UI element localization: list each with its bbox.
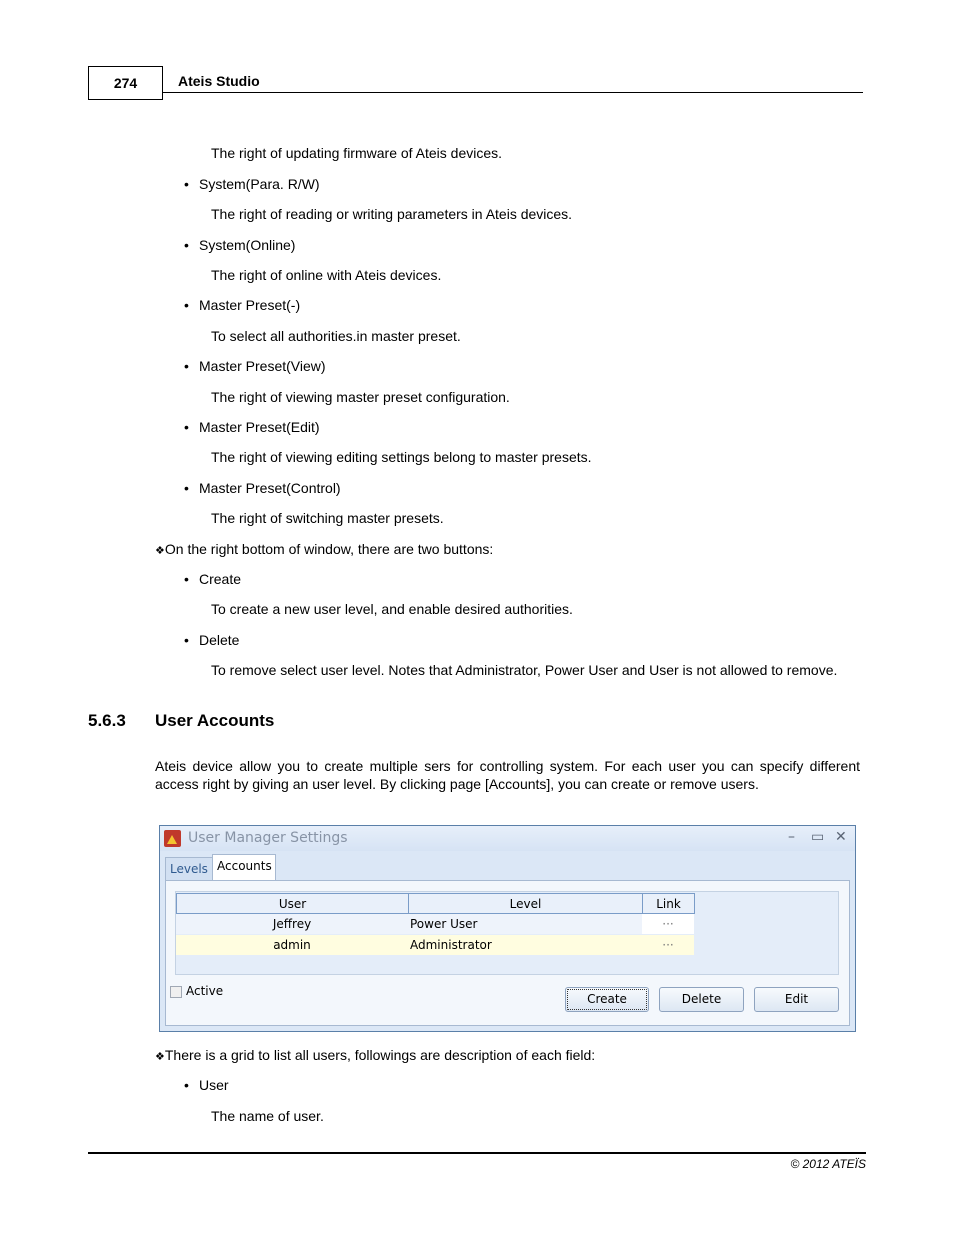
paragraph: The right of updating firmware of Ateis …: [211, 145, 503, 161]
tab-accounts[interactable]: Accounts: [212, 854, 276, 881]
section-title: User Accounts: [155, 711, 275, 730]
footer-rule: [88, 1152, 866, 1154]
user-manager-window: User Manager Settings – ▭ ✕ Levels Accou…: [159, 825, 856, 1032]
column-header-level[interactable]: Level: [408, 893, 643, 914]
window-title: User Manager Settings: [188, 830, 348, 846]
accounts-panel: User Level Link Jeffrey Power User ··· a…: [165, 880, 850, 1026]
active-checkbox[interactable]: [170, 986, 182, 998]
bullet-label: System(Online): [199, 237, 296, 253]
note-item: ❖On the right bottom of window, there ar…: [155, 540, 493, 560]
create-button[interactable]: Create: [565, 987, 649, 1012]
paragraph: Ateis device allow you to create multipl…: [155, 758, 860, 792]
paragraph: The right of viewing editing settings be…: [211, 449, 592, 465]
bullet-item: • System(Para. R/W): [184, 175, 320, 193]
bullet-icon: •: [184, 176, 189, 192]
cell-user[interactable]: Jeffrey: [176, 914, 408, 934]
page-number: 274: [88, 66, 163, 100]
bullet-item: • Create: [184, 570, 241, 588]
active-checkbox-label: Active: [186, 984, 224, 998]
diamond-icon: ❖: [155, 1051, 165, 1063]
title-bar: User Manager Settings – ▭ ✕: [160, 826, 855, 851]
bullet-label: System(Para. R/W): [199, 176, 320, 192]
note-text: On the right bottom of window, there are…: [164, 541, 494, 557]
bullet-item: • System(Online): [184, 236, 295, 254]
paragraph: The name of user.: [211, 1108, 324, 1124]
note-item: ❖There is a grid to list all users, foll…: [155, 1046, 595, 1066]
bullet-item: • Master Preset(Control): [184, 479, 341, 497]
bullet-icon: •: [184, 571, 189, 587]
bullet-icon: •: [184, 419, 189, 435]
edit-button[interactable]: Edit: [754, 987, 839, 1012]
bullet-icon: •: [184, 297, 189, 313]
document-title: Ateis Studio: [178, 73, 260, 89]
note-text: There is a grid to list all users, follo…: [164, 1047, 596, 1063]
bullet-label: User: [199, 1077, 229, 1093]
tab-levels[interactable]: Levels: [165, 857, 213, 880]
section-heading: 5.6.3 User Accounts: [88, 711, 274, 731]
paragraph: To remove select user level. Notes that …: [211, 662, 838, 678]
bullet-label: Master Preset(Control): [199, 480, 341, 496]
bullet-icon: •: [184, 632, 189, 648]
delete-button[interactable]: Delete: [659, 987, 744, 1012]
minimize-icon[interactable]: –: [788, 829, 795, 845]
bullet-label: Delete: [199, 632, 240, 648]
cell-level[interactable]: Power User: [408, 914, 642, 934]
copyright: © 2012 ATEÏS: [790, 1157, 866, 1171]
diamond-icon: ❖: [155, 545, 165, 557]
section-number: 5.6.3: [88, 711, 126, 730]
link-button[interactable]: ···: [642, 914, 694, 934]
paragraph: The right of online with Ateis devices.: [211, 267, 442, 283]
paragraph: To create a new user level, and enable d…: [211, 601, 573, 617]
cell-level[interactable]: Administrator: [408, 935, 642, 955]
bullet-icon: •: [184, 480, 189, 496]
bullet-item: • Delete: [184, 631, 239, 649]
bullet-label: Master Preset(Edit): [199, 419, 320, 435]
bullet-item: • Master Preset(View): [184, 357, 326, 375]
bullet-item: • Master Preset(-): [184, 296, 300, 314]
app-icon: [164, 830, 181, 847]
column-header-user[interactable]: User: [176, 893, 409, 914]
paragraph: The right of reading or writing paramete…: [211, 206, 573, 222]
bullet-icon: •: [184, 237, 189, 253]
maximize-icon[interactable]: ▭: [811, 829, 824, 845]
cell-user[interactable]: admin: [176, 935, 408, 955]
header-rule: [162, 92, 863, 93]
close-icon[interactable]: ✕: [835, 829, 847, 845]
link-button[interactable]: ···: [642, 935, 694, 955]
bullet-item: • User: [184, 1076, 229, 1094]
paragraph: The right of viewing master preset confi…: [211, 389, 510, 405]
bullet-label: Master Preset(View): [199, 358, 326, 374]
column-header-link[interactable]: Link: [642, 893, 695, 914]
bullet-label: Master Preset(-): [199, 297, 301, 313]
bullet-icon: •: [184, 1077, 189, 1093]
bullet-label: Create: [199, 571, 242, 587]
bullet-icon: •: [184, 358, 189, 374]
bullet-item: • Master Preset(Edit): [184, 418, 320, 436]
paragraph: To select all authorities.in master pres…: [211, 328, 461, 344]
users-grid: User Level Link Jeffrey Power User ··· a…: [175, 891, 839, 975]
paragraph: The right of switching master presets.: [211, 510, 444, 526]
